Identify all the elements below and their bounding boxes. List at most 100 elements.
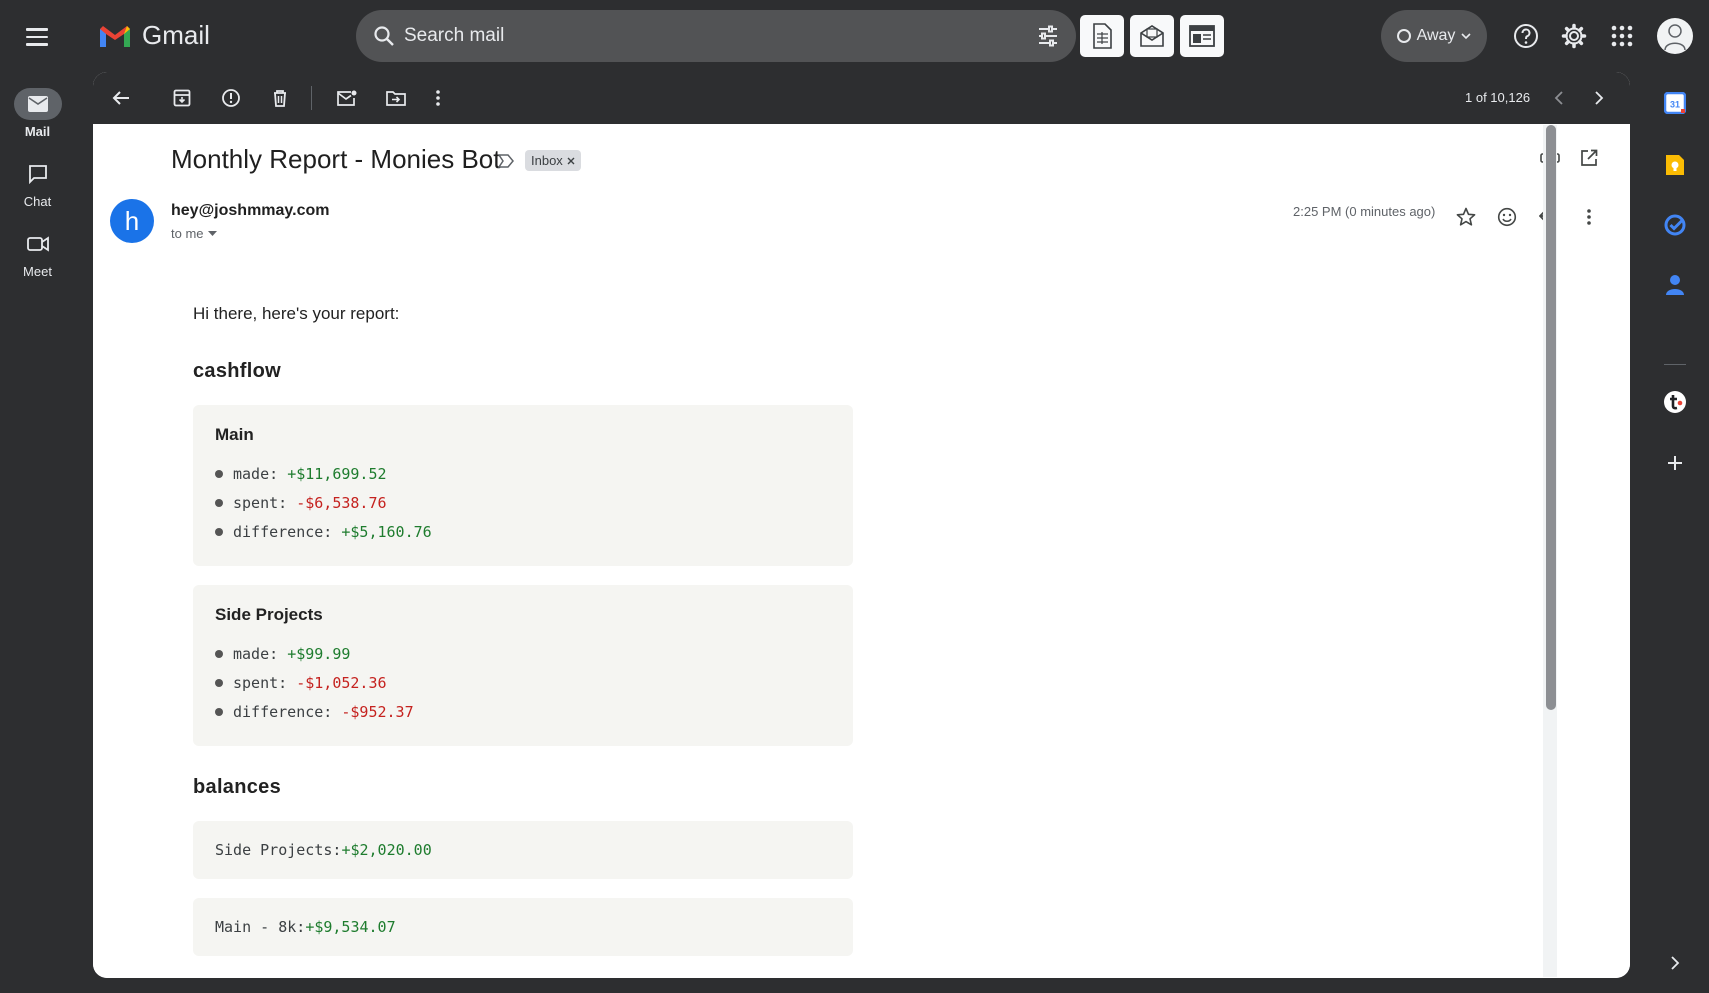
left-navigation: Mail Chat Meet [0, 72, 75, 993]
pagination-text: 1 of 10,126 [1465, 90, 1531, 105]
bullet-icon [215, 707, 223, 716]
sender-email[interactable]: hey@joshmmay.com [171, 202, 329, 220]
app-name: Gmail [142, 20, 210, 50]
svg-text:31: 31 [1670, 100, 1680, 110]
row-value: -$952.37 [341, 702, 414, 721]
add-reaction-button[interactable] [1495, 205, 1519, 229]
tasks-button[interactable] [1658, 208, 1692, 242]
chat-icon [28, 165, 47, 184]
email-subject: Monthly Report - Monies Bot [171, 144, 501, 174]
balances-heading: balances [193, 776, 282, 798]
email-timestamp: 2:25 PM (0 minutes ago) [1293, 204, 1436, 219]
newer-button[interactable] [1547, 86, 1571, 110]
card-title: Main [215, 425, 254, 444]
extension-layout-button[interactable] [1180, 15, 1224, 57]
chevron-down-icon [1461, 33, 1471, 40]
caret-down-icon [207, 230, 217, 236]
calendar-button[interactable]: 31 [1658, 86, 1692, 120]
layout-icon [1189, 25, 1215, 47]
archive-icon [173, 89, 191, 107]
mail-toolbar: 1 of 10,126 [93, 72, 1630, 124]
row-label: spent: [233, 673, 288, 692]
apps-button[interactable] [1608, 22, 1636, 50]
row-label: made: [233, 644, 279, 663]
row-label: difference: [233, 522, 333, 541]
side-panel-divider [1664, 364, 1686, 365]
settings-button[interactable] [1560, 22, 1588, 50]
open-in-new-window-button[interactable] [1577, 146, 1601, 170]
sender-avatar[interactable]: h [110, 199, 154, 243]
back-button[interactable] [109, 86, 133, 110]
bullet-icon [215, 469, 223, 478]
apps-grid-icon [1611, 25, 1633, 47]
list-item: spent: -$6,538.76 [215, 488, 831, 517]
alert-icon [222, 89, 240, 107]
message-view: Monthly Report - Monies Bot Inbox h hey@… [93, 124, 1630, 978]
cashflow-main-card: Main made: +$11,699.52 spent: -$6,538.76… [193, 405, 853, 566]
emoji-icon [1497, 207, 1517, 227]
account-avatar[interactable] [1657, 18, 1693, 54]
envelope-dot-icon [337, 90, 357, 106]
message-scrollbar-thumb[interactable] [1546, 125, 1556, 710]
search-options-icon[interactable] [1036, 24, 1060, 48]
trash-icon [274, 90, 286, 107]
balance-card: Main - 8k:+$9,534.07 [193, 898, 853, 956]
delete-button[interactable] [268, 86, 292, 110]
tasks-icon [1664, 214, 1686, 236]
cashflow-heading: cashflow [193, 360, 281, 382]
balance-value: +$9,534.07 [305, 918, 396, 936]
recipient-details[interactable]: to me [171, 226, 217, 241]
search-icon[interactable] [372, 24, 396, 48]
list-item: made: +$11,699.52 [215, 459, 831, 488]
toolbar-divider [311, 86, 312, 110]
chevron-right-icon [1595, 91, 1604, 105]
message-more-button[interactable] [1577, 205, 1601, 229]
get-addons-button[interactable] [1658, 446, 1692, 480]
nav-meet-pill [14, 228, 62, 260]
video-camera-icon [26, 236, 49, 252]
status-selector[interactable]: Away [1381, 10, 1487, 62]
extension-sheet-button[interactable] [1080, 15, 1124, 57]
more-actions-button[interactable] [426, 86, 450, 110]
list-item: difference: +$5,160.76 [215, 517, 831, 546]
help-button[interactable] [1512, 22, 1540, 50]
older-button[interactable] [1587, 86, 1611, 110]
nav-mail-pill [13, 88, 62, 120]
keep-button[interactable] [1658, 148, 1692, 182]
balance-card: Side Projects:+$2,020.00 [193, 821, 853, 879]
archive-button[interactable] [170, 86, 194, 110]
report-spam-button[interactable] [219, 86, 243, 110]
close-icon[interactable] [567, 157, 575, 165]
importance-marker-icon[interactable] [498, 154, 514, 168]
nav-chat[interactable]: Chat [0, 158, 75, 209]
addon-t-button[interactable] [1658, 385, 1692, 419]
search-bar [356, 10, 1076, 62]
nav-meet[interactable]: Meet [0, 228, 75, 279]
move-to-button[interactable] [384, 86, 408, 110]
contacts-button[interactable] [1658, 268, 1692, 302]
main-menu-button[interactable] [20, 20, 54, 54]
folder-move-icon [386, 91, 406, 106]
balance-label: Main - 8k: [215, 918, 306, 936]
bullet-icon [215, 498, 223, 507]
list-item: made: +$99.99 [215, 639, 831, 668]
nav-chat-label: Chat [23, 194, 52, 209]
mark-unread-button[interactable] [335, 86, 359, 110]
arrow-left-icon [112, 91, 129, 105]
row-value: -$6,538.76 [296, 493, 387, 512]
cashflow-list: made: +$11,699.52 spent: -$6,538.76 diff… [215, 459, 831, 546]
row-value: -$1,052.36 [296, 673, 387, 692]
extension-mail-button[interactable] [1130, 15, 1174, 57]
gmail-logo[interactable]: Gmail [98, 20, 210, 51]
hide-side-panel-button[interactable] [1658, 946, 1692, 980]
bullet-icon [215, 527, 223, 536]
more-vert-icon [436, 90, 440, 106]
star-button[interactable] [1454, 205, 1478, 229]
row-value: +$11,699.52 [287, 464, 387, 483]
nav-mail[interactable]: Mail [0, 88, 75, 139]
card-title: Side Projects [215, 605, 323, 624]
inbox-label-chip: Inbox [525, 150, 581, 171]
search-input[interactable] [404, 10, 1004, 62]
help-icon [1514, 24, 1538, 48]
open-envelope-icon [1140, 25, 1164, 47]
